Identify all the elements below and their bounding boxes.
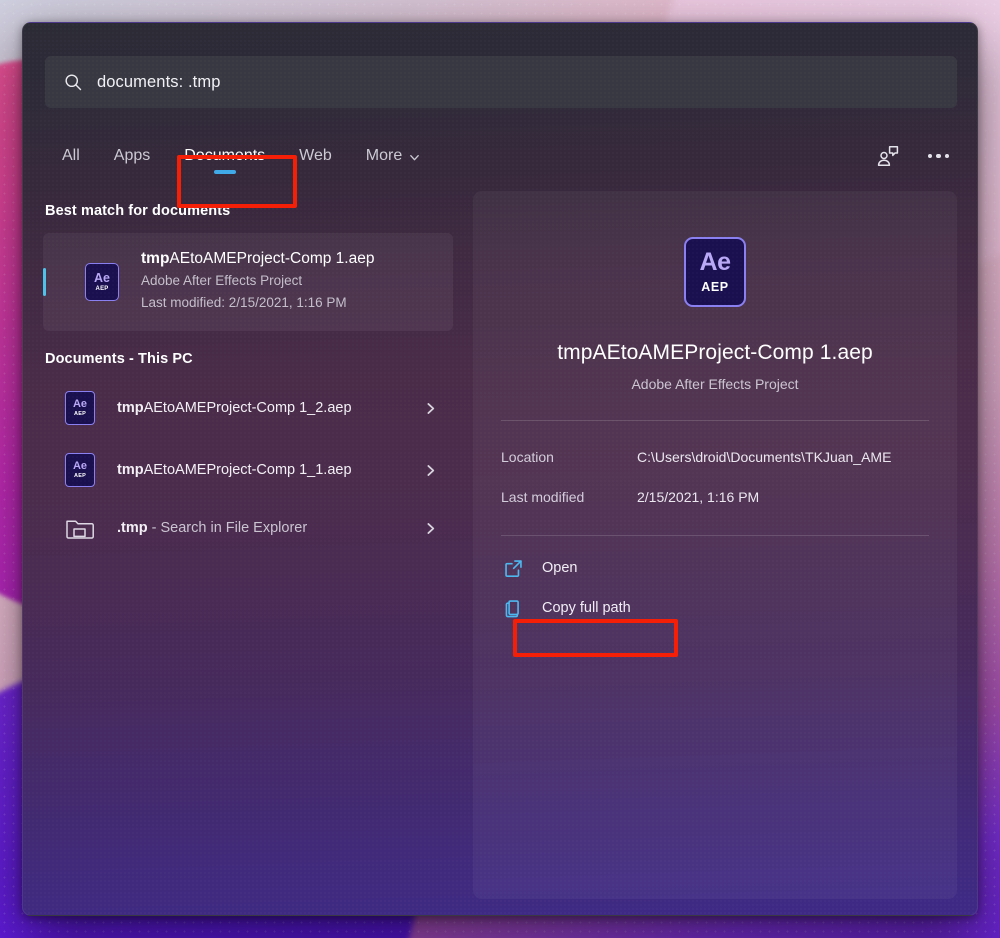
open-action[interactable]: Open — [501, 548, 929, 588]
after-effects-file-icon: Ae AEP — [65, 453, 95, 487]
tab-more-label: More — [365, 147, 403, 164]
detail-metadata: Location C:\Users\droid\Documents\TKJuan… — [501, 437, 929, 529]
copy-full-path-action[interactable]: Copy full path — [501, 588, 929, 628]
search-input[interactable]: documents: .tmp — [45, 56, 957, 108]
search-tabs: All Apps Documents Web More — [45, 129, 957, 183]
tab-documents-label: Documents — [184, 147, 266, 164]
documents-group-heading: Documents - This PC — [45, 351, 193, 367]
best-match-title-rest: AEtoAMEProject-Comp 1.aep — [169, 250, 375, 268]
list-item[interactable]: Ae AEP tmpAEtoAMEProject-Comp 1_1.aep — [43, 439, 453, 501]
selection-indicator — [43, 268, 46, 296]
detail-icon-wrap: Ae AEP — [501, 237, 929, 307]
tab-active-indicator — [213, 170, 236, 174]
best-match-title-match: tmp — [141, 250, 170, 268]
ae-icon-ext: AEP — [95, 286, 109, 293]
best-match-heading: Best match for documents — [45, 203, 231, 219]
copy-icon — [505, 599, 519, 617]
list-item-title-match: tmp — [117, 399, 144, 416]
after-effects-file-icon: Ae AEP — [684, 237, 746, 307]
chevron-down-icon — [410, 154, 420, 160]
divider — [501, 420, 929, 421]
search-input-value: documents: .tmp — [97, 72, 221, 91]
best-match-title: tmpAEtoAMEProject-Comp 1.aep — [141, 249, 374, 270]
open-external-icon — [505, 559, 522, 577]
search-flyout-window: documents: .tmp All Apps Documents Web M… — [22, 22, 978, 916]
metadata-row-location: Location C:\Users\droid\Documents\TKJuan… — [501, 437, 929, 477]
tab-all-label: All — [62, 147, 80, 164]
list-item-title: tmpAEtoAMEProject-Comp 1_1.aep — [117, 460, 424, 481]
tab-web-label: Web — [299, 147, 332, 164]
metadata-value: C:\Users\droid\Documents\TKJuan_AME — [637, 449, 892, 465]
detail-file-title: tmpAEtoAMEProject-Comp 1.aep — [557, 341, 873, 364]
list-item[interactable]: Ae AEP tmpAEtoAMEProject-Comp 1_2.aep — [43, 377, 453, 439]
open-action-label: Open — [542, 560, 578, 576]
list-item-title: tmpAEtoAMEProject-Comp 1_2.aep — [117, 398, 424, 419]
ellipsis-dot — [936, 153, 941, 159]
list-item-title-rest: AEtoAMEProject-Comp 1_1.aep — [143, 461, 352, 478]
detail-preview-panel: Ae AEP tmpAEtoAMEProject-Comp 1.aep Adob… — [473, 191, 957, 899]
tab-web[interactable]: Web — [282, 129, 349, 183]
best-match-subtitle: Adobe After Effects Project — [141, 273, 303, 289]
chevron-right-icon[interactable] — [424, 402, 437, 415]
desktop-wallpaper: documents: .tmp All Apps Documents Web M… — [0, 0, 1000, 938]
list-item-title-match: .tmp — [117, 519, 148, 536]
search-icon — [65, 74, 82, 91]
best-match-result[interactable]: Ae AEP tmpAEtoAMEProject-Comp 1.aep Adob… — [43, 233, 453, 331]
after-effects-file-icon: Ae AEP — [85, 263, 119, 301]
list-item-title: .tmp - Search in File Explorer — [117, 518, 424, 539]
feedback-icon[interactable] — [876, 144, 900, 168]
tab-apps[interactable]: Apps — [97, 129, 167, 183]
detail-file-subtitle: Adobe After Effects Project — [631, 376, 799, 392]
metadata-label: Location — [501, 449, 554, 465]
ae-icon-label: Ae — [72, 397, 88, 410]
search-header-actions — [876, 129, 956, 183]
list-item-title-rest: AEtoAMEProject-Comp 1_2.aep — [143, 399, 352, 416]
ae-icon-ext: AEP — [701, 280, 729, 295]
ellipsis-dot — [927, 153, 932, 159]
list-item[interactable]: .tmp - Search in File Explorer — [43, 501, 453, 555]
list-item-title-rest: - Search in File Explorer — [147, 519, 308, 536]
chevron-right-icon[interactable] — [424, 522, 437, 535]
ellipsis-dot — [944, 153, 949, 159]
after-effects-file-icon: Ae AEP — [65, 391, 95, 425]
metadata-value: 2/15/2021, 1:16 PM — [637, 489, 760, 505]
tab-all[interactable]: All — [45, 129, 97, 183]
ae-icon-ext: AEP — [74, 410, 86, 417]
tab-apps-label: Apps — [113, 147, 151, 164]
detail-actions: Open Copy full path — [501, 548, 929, 628]
divider — [501, 535, 929, 536]
copy-full-path-label: Copy full path — [542, 600, 631, 616]
ae-icon-label: Ae — [699, 248, 731, 277]
more-options-icon[interactable] — [922, 148, 956, 165]
ae-icon-ext: AEP — [74, 472, 86, 479]
list-item-title-match: tmp — [117, 461, 144, 478]
metadata-row-last-modified: Last modified 2/15/2021, 1:16 PM — [501, 477, 929, 517]
folder-search-icon — [66, 520, 94, 539]
chevron-right-icon[interactable] — [424, 464, 437, 477]
ae-icon-label: Ae — [72, 459, 88, 472]
tab-more[interactable]: More — [349, 129, 437, 183]
ae-icon-label: Ae — [94, 270, 110, 285]
best-match-meta: Last modified: 2/15/2021, 1:16 PM — [141, 295, 347, 311]
search-results-list: Best match for documents Ae AEP tmpAEtoA… — [23, 195, 473, 555]
tab-documents[interactable]: Documents — [167, 129, 282, 183]
metadata-label: Last modified — [501, 489, 585, 505]
